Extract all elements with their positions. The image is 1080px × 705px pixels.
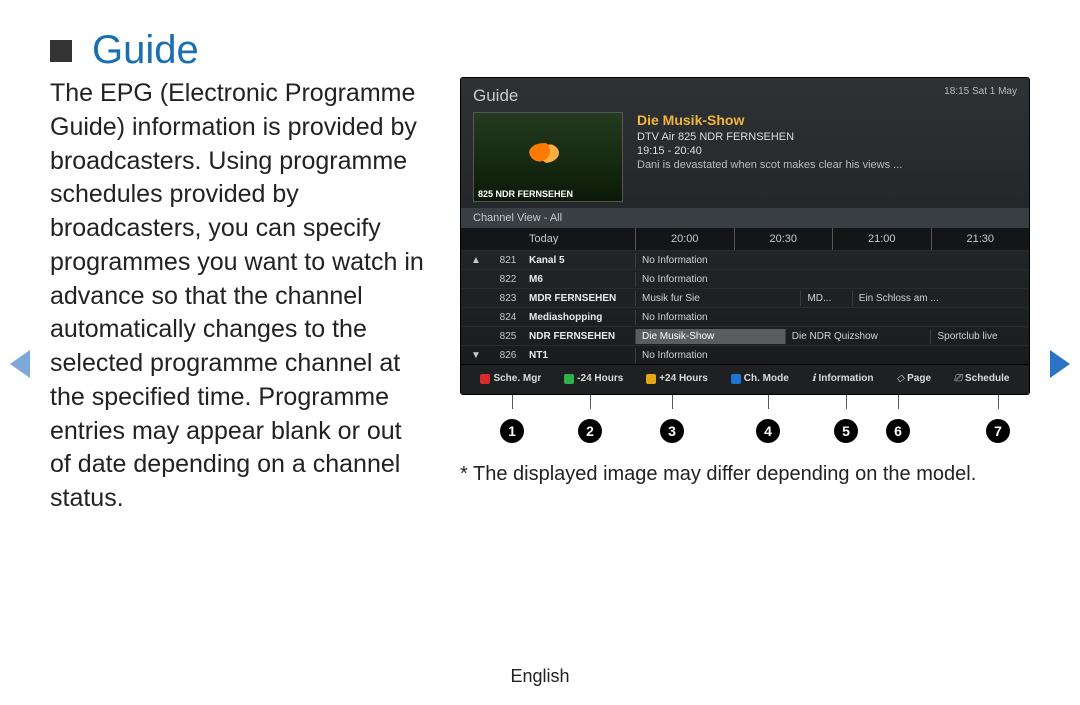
- channel-name: M6: [525, 274, 635, 285]
- programme-cell[interactable]: MD...: [800, 291, 851, 306]
- green-button-icon: [564, 374, 574, 384]
- guide-footer: Sche. Mgr -24 Hours +24 Hours Ch. Mode ℹ…: [461, 364, 1029, 394]
- guide-clock: 18:15 Sat 1 May: [944, 86, 1017, 106]
- note: * The displayed image may differ dependi…: [460, 463, 1030, 486]
- red-button-icon: [480, 374, 490, 384]
- grid-header: Today 20:00 20:30 21:00 21:30: [461, 228, 1029, 250]
- preview-desc: Dani is devastated when scot makes clear…: [637, 159, 902, 171]
- callout-7: 7: [986, 419, 1010, 443]
- programme-cell[interactable]: Die Musik-Show: [635, 329, 785, 344]
- channel-number: 826: [491, 350, 525, 361]
- callouts: 1 2 3 4 5 6 7: [460, 409, 1030, 449]
- footer-schedule[interactable]: ⎚Schedule: [954, 373, 1009, 384]
- callout-6: 6: [886, 419, 910, 443]
- yellow-button-icon: [646, 374, 656, 384]
- preview-channel: DTV Air 825 NDR FERNSEHEN: [637, 131, 902, 143]
- programme-cell[interactable]: No Information: [635, 348, 1029, 363]
- table-row[interactable]: ▼826NT1No Information: [461, 345, 1029, 364]
- callout-1: 1: [500, 419, 524, 443]
- programme-cell[interactable]: Ein Schloss am ...: [852, 291, 1029, 306]
- footer-a[interactable]: Sche. Mgr: [480, 373, 541, 384]
- channel-name: Kanal 5: [525, 255, 635, 266]
- programme-area: No Information: [635, 253, 1029, 268]
- channel-number: 823: [491, 293, 525, 304]
- channel-number: 825: [491, 331, 525, 342]
- table-row[interactable]: 822M6No Information: [461, 269, 1029, 288]
- language-label: English: [0, 666, 1080, 687]
- bullet-square-icon: [50, 40, 72, 62]
- footer-page[interactable]: ◇Page: [896, 373, 931, 384]
- channel-name: Mediashopping: [525, 312, 635, 323]
- page-title: Guide: [92, 28, 199, 73]
- callout-3: 3: [660, 419, 684, 443]
- programme-cell[interactable]: Die NDR Quizshow: [785, 329, 931, 344]
- slot-0: 20:00: [635, 228, 734, 250]
- blue-button-icon: [731, 374, 741, 384]
- channel-number: 824: [491, 312, 525, 323]
- programme-cell[interactable]: No Information: [635, 310, 1029, 325]
- channel-view-filter[interactable]: Channel View - All: [461, 208, 1029, 228]
- row-arrow-icon: ▼: [461, 350, 491, 361]
- schedule-icon: ⎚: [954, 373, 962, 384]
- time-head: Today: [525, 228, 635, 250]
- programme-area: No Information: [635, 310, 1029, 325]
- channel-name: MDR FERNSEHEN: [525, 293, 635, 304]
- nav-prev-icon[interactable]: [10, 350, 30, 378]
- channel-name: NDR FERNSEHEN: [525, 331, 635, 342]
- programme-area: Musik fur SieMD...Ein Schloss am ...: [635, 291, 1029, 306]
- programme-cell[interactable]: Sportclub live: [930, 329, 1029, 344]
- programme-cell[interactable]: Musik fur Sie: [635, 291, 800, 306]
- channel-number: 821: [491, 255, 525, 266]
- footer-d[interactable]: Ch. Mode: [731, 373, 789, 384]
- footer-b[interactable]: -24 Hours: [564, 373, 623, 384]
- channel-name: NT1: [525, 350, 635, 361]
- programme-area: No Information: [635, 272, 1029, 287]
- channel-number: 822: [491, 274, 525, 285]
- table-row[interactable]: 825NDR FERNSEHENDie Musik-ShowDie NDR Qu…: [461, 326, 1029, 345]
- programme-area: Die Musik-ShowDie NDR QuizshowSportclub …: [635, 329, 1029, 344]
- preview-caption: 825 NDR FERNSEHEN: [478, 189, 573, 199]
- footer-c[interactable]: +24 Hours: [646, 373, 708, 384]
- grid-body: ▲821Kanal 5No Information822M6No Informa…: [461, 250, 1029, 364]
- preview-thumbnail: 825 NDR FERNSEHEN: [473, 112, 623, 202]
- tv-guide-screenshot: Guide 18:15 Sat 1 May 825 NDR FERNSEHEN …: [460, 77, 1030, 395]
- footer-info[interactable]: ℹInformation: [812, 373, 874, 384]
- nav-next-icon[interactable]: [1050, 350, 1070, 378]
- row-arrow-icon: ▲: [461, 255, 491, 266]
- callout-4: 4: [756, 419, 780, 443]
- body-text: The EPG (Electronic Programme Guide) inf…: [50, 77, 428, 516]
- page-arrows-icon: ◇: [896, 373, 904, 384]
- programme-cell[interactable]: No Information: [635, 272, 1029, 287]
- table-row[interactable]: 824MediashoppingNo Information: [461, 307, 1029, 326]
- title-row: Guide: [50, 28, 1030, 73]
- table-row[interactable]: 823MDR FERNSEHENMusik fur SieMD...Ein Sc…: [461, 288, 1029, 307]
- programme-cell[interactable]: No Information: [635, 253, 1029, 268]
- callout-2: 2: [578, 419, 602, 443]
- preview-title: Die Musik-Show: [637, 112, 902, 128]
- guide-header-title: Guide: [473, 86, 518, 106]
- slot-2: 21:00: [832, 228, 931, 250]
- callout-5: 5: [834, 419, 858, 443]
- programme-area: No Information: [635, 348, 1029, 363]
- slot-3: 21:30: [931, 228, 1030, 250]
- slot-1: 20:30: [734, 228, 833, 250]
- table-row[interactable]: ▲821Kanal 5No Information: [461, 250, 1029, 269]
- preview-time: 19:15 - 20:40: [637, 145, 902, 157]
- info-icon: ℹ: [812, 373, 816, 384]
